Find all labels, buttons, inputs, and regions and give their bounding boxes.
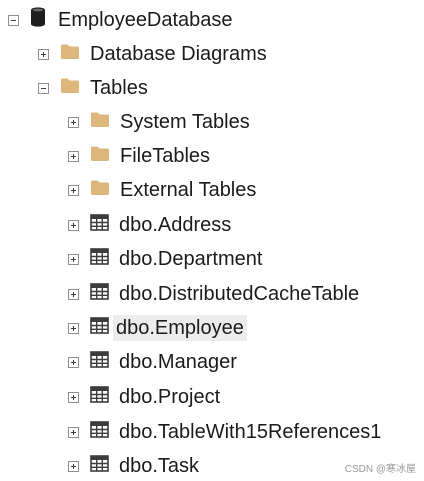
tree-node-label: dbo.Task: [119, 455, 200, 477]
table-icon: [90, 420, 109, 444]
watermark-text: CSDN @寒冰屋: [344, 464, 416, 475]
tree-node-label-selected: dbo.Employee: [113, 315, 247, 341]
tree-node-label: dbo.Project: [119, 386, 221, 408]
folder-icon: [60, 43, 80, 66]
tree-node-label: dbo.TableWith15References1: [119, 421, 382, 443]
tree-node-label: Tables: [90, 77, 148, 99]
expand-toggle-icon[interactable]: [68, 391, 79, 403]
tree-node-label: dbo.Manager: [119, 351, 237, 373]
folder-icon: [90, 111, 110, 134]
tree-node-label: External Tables: [120, 179, 257, 201]
tree-node-tables[interactable]: Tables: [38, 74, 151, 102]
expand-toggle-icon[interactable]: [68, 184, 79, 196]
expand-toggle-icon[interactable]: [68, 219, 79, 231]
folder-icon: [90, 179, 110, 202]
tree-node-table-distributed-cache[interactable]: dbo.DistributedCacheTable: [68, 280, 362, 308]
folder-icon: [90, 145, 110, 168]
tree-node-label: System Tables: [120, 111, 250, 133]
tree-node-table-address[interactable]: dbo.Address: [68, 211, 234, 239]
tree-node-system-tables[interactable]: System Tables: [68, 108, 253, 136]
tree-node-label: EmployeeDatabase: [58, 9, 233, 31]
tree-node-file-tables[interactable]: FileTables: [68, 142, 213, 170]
expand-toggle-icon[interactable]: [68, 426, 79, 438]
table-icon: [90, 247, 109, 271]
table-icon: [90, 213, 109, 237]
tree-node-label: dbo.Address: [119, 214, 232, 236]
tree-node-table-with-15-references[interactable]: dbo.TableWith15References1: [68, 418, 384, 446]
expand-toggle-icon[interactable]: [68, 116, 79, 128]
tree-node-table-employee[interactable]: dbo.Employee: [68, 314, 247, 342]
expand-toggle-icon[interactable]: [68, 356, 79, 368]
expand-toggle-icon[interactable]: [68, 460, 79, 472]
tree-node-table-department[interactable]: dbo.Department: [68, 245, 265, 273]
collapse-toggle-icon[interactable]: [38, 82, 49, 94]
folder-icon: [60, 77, 80, 100]
tree-node-table-task[interactable]: dbo.Task: [68, 452, 202, 480]
table-icon: [90, 385, 109, 409]
tree-node-table-manager[interactable]: dbo.Manager: [68, 348, 240, 376]
collapse-toggle-icon[interactable]: [8, 14, 19, 26]
tree-node-label: dbo.DistributedCacheTable: [119, 283, 360, 305]
tree-node-label: dbo.Department: [119, 248, 263, 270]
expand-toggle-icon[interactable]: [68, 288, 79, 300]
table-icon: [90, 350, 109, 374]
tree-node-label: Database Diagrams: [90, 43, 267, 65]
database-icon: [30, 7, 46, 33]
expand-toggle-icon[interactable]: [68, 150, 79, 162]
tree-node-table-project[interactable]: dbo.Project: [68, 383, 223, 411]
tree-node-database-diagrams[interactable]: Database Diagrams: [38, 40, 270, 68]
table-icon: [90, 454, 109, 478]
tree-node-external-tables[interactable]: External Tables: [68, 176, 259, 204]
expand-toggle-icon[interactable]: [68, 253, 79, 265]
tree-node-database[interactable]: EmployeeDatabase: [8, 6, 236, 34]
tree-node-label: FileTables: [120, 145, 211, 167]
object-explorer-tree: EmployeeDatabase Database Diagrams Table…: [0, 0, 424, 481]
expand-toggle-icon[interactable]: [38, 48, 49, 60]
expand-toggle-icon[interactable]: [68, 322, 79, 334]
table-icon: [90, 316, 109, 340]
table-icon: [90, 282, 109, 306]
